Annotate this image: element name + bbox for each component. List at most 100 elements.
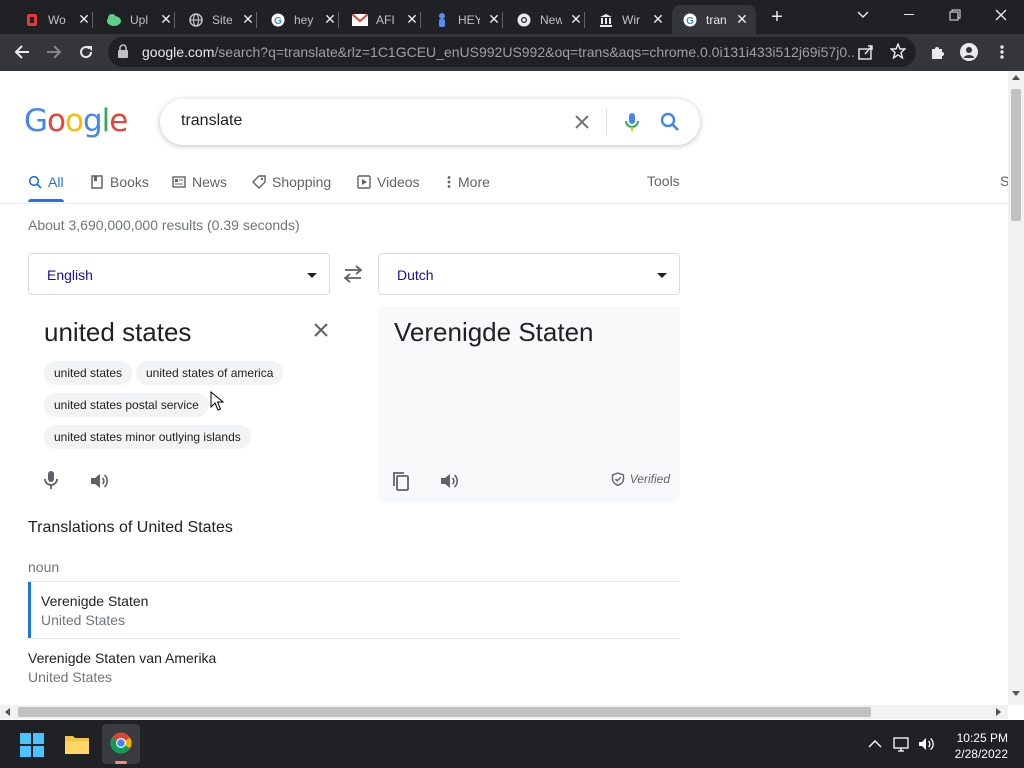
profile-avatar-icon[interactable]	[955, 38, 983, 66]
tab-search-button[interactable]	[840, 0, 886, 30]
horizontal-scrollbar[interactable]	[0, 705, 1008, 719]
search-icon[interactable]	[658, 110, 682, 134]
kebab-menu-icon[interactable]	[988, 38, 1016, 66]
back-button[interactable]	[8, 38, 36, 66]
translation-entry-main[interactable]: Verenigde Staten	[41, 593, 148, 609]
close-tab-icon[interactable]: ✕	[158, 11, 174, 28]
tools-button[interactable]: Tools	[647, 173, 680, 189]
vertical-scroll-thumb[interactable]	[1011, 89, 1021, 221]
svg-text:G: G	[686, 16, 694, 27]
google-logo[interactable]: Google	[24, 103, 128, 139]
close-tab-icon[interactable]: ✕	[734, 11, 750, 28]
settings-cut-label[interactable]: S	[1000, 173, 1008, 189]
close-tab-icon[interactable]: ✕	[76, 11, 92, 28]
browser-tab-strip: Wo ✕ Upl ✕ Site ✕ G hey ✕ AFI ✕ HEY ✕ Ne…	[0, 0, 1024, 34]
forward-button[interactable]	[40, 38, 68, 66]
browser-tab[interactable]: Upl ✕	[96, 5, 180, 34]
clear-search-icon[interactable]	[570, 110, 594, 134]
scroll-right-icon[interactable]	[996, 708, 1001, 716]
tab-label: News	[192, 174, 228, 190]
browser-tab[interactable]: Site ✕	[178, 5, 262, 34]
tab-news[interactable]: News	[172, 172, 227, 192]
horizontal-scroll-thumb[interactable]	[18, 707, 871, 717]
share-icon[interactable]	[858, 44, 874, 65]
close-tab-icon[interactable]: ✕	[568, 11, 584, 28]
browser-tab[interactable]: AFI ✕	[342, 5, 426, 34]
volume-icon[interactable]	[918, 735, 936, 753]
browser-tab[interactable]: New ✕	[506, 5, 590, 34]
search-box[interactable]: translate	[160, 99, 700, 145]
tab-videos[interactable]: Videos	[357, 172, 420, 192]
tab-books[interactable]: Books	[90, 172, 149, 192]
extensions-puzzle-icon[interactable]	[924, 38, 952, 66]
browser-tab[interactable]: HEY ✕	[424, 5, 508, 34]
file-explorer-icon[interactable]	[64, 733, 90, 755]
close-tab-icon[interactable]: ✕	[404, 11, 420, 28]
windows-start-icon[interactable]	[20, 733, 44, 757]
tab-label: New	[540, 12, 562, 27]
translation-entry-sub: United States	[41, 612, 126, 628]
scroll-left-icon[interactable]	[5, 708, 10, 716]
tab-label: HEY	[458, 12, 480, 27]
browser-tab[interactable]: Wir ✕	[588, 5, 672, 34]
lock-icon[interactable]	[117, 44, 129, 64]
swap-languages-icon[interactable]	[340, 263, 366, 285]
chevron-up-icon[interactable]	[866, 735, 884, 753]
scroll-down-icon[interactable]	[1012, 691, 1020, 696]
google-g-icon: G	[682, 12, 698, 28]
browser-tab[interactable]: Wo ✕	[14, 5, 98, 34]
clock-date[interactable]: 2/28/2022	[936, 747, 1008, 761]
vertical-scrollbar[interactable]	[1008, 71, 1024, 705]
chrome-taskbar-button[interactable]	[102, 724, 140, 764]
browser-tab[interactable]: G hey ✕	[260, 5, 344, 34]
shield-check-icon	[611, 472, 625, 487]
svg-text:G: G	[274, 16, 282, 27]
url-domain: google.com	[142, 44, 215, 60]
mic-icon[interactable]	[40, 469, 62, 491]
google-g-icon: G	[270, 12, 286, 28]
reload-button[interactable]	[72, 38, 100, 66]
suggestion-chip[interactable]: united states postal service	[44, 393, 209, 417]
target-language-select[interactable]: Dutch	[378, 253, 680, 295]
browser-tab-active[interactable]: G tran ✕	[672, 5, 756, 34]
suggestion-chip[interactable]: united states minor outlying islands	[44, 425, 251, 449]
network-icon[interactable]	[893, 735, 911, 753]
tab-more[interactable]: More	[446, 172, 490, 192]
url-text: google.com/search?q=translate&rlz=1C1GCE…	[142, 44, 854, 60]
bookmark-star-icon[interactable]	[889, 42, 907, 64]
close-tab-icon[interactable]: ✕	[486, 11, 502, 28]
speaker-icon[interactable]	[438, 470, 460, 492]
tab-shopping[interactable]: Shopping	[252, 172, 331, 192]
close-window-button[interactable]	[978, 0, 1024, 30]
address-bar[interactable]: google.com/search?q=translate&rlz=1C1GCE…	[108, 37, 916, 67]
restore-button[interactable]	[932, 0, 978, 30]
verified-badge[interactable]: Verified	[611, 472, 670, 487]
source-language-select[interactable]: English	[28, 253, 330, 295]
search-query-input[interactable]: translate	[181, 112, 242, 130]
tab-separator	[584, 12, 585, 28]
close-tab-icon[interactable]: ✕	[650, 11, 666, 28]
translated-text: Verenigde Staten	[394, 317, 594, 347]
museum-icon	[598, 12, 614, 28]
copy-icon[interactable]	[390, 470, 412, 492]
tab-label: AFI	[376, 12, 395, 27]
clock-time[interactable]: 10:25 PM	[944, 731, 1008, 745]
clear-source-icon[interactable]	[310, 319, 332, 341]
tab-label: Wir	[622, 12, 640, 27]
speaker-icon[interactable]	[88, 470, 110, 492]
tab-label: Site	[212, 12, 233, 27]
voice-search-mic-icon[interactable]	[620, 110, 644, 134]
translation-output-panel: Verenigde Staten Verified	[378, 307, 680, 503]
new-tab-button[interactable]: +	[766, 6, 788, 28]
suggestion-chip[interactable]: united states	[44, 361, 133, 385]
search-results-page: Google translate All Books News Shopping…	[0, 71, 1008, 705]
tab-all[interactable]: All	[28, 172, 64, 192]
scroll-up-icon[interactable]	[1012, 75, 1020, 80]
minimize-button[interactable]	[886, 0, 932, 30]
close-tab-icon[interactable]: ✕	[240, 11, 256, 28]
result-stats: About 3,690,000,000 results (0.39 second…	[28, 217, 300, 233]
translation-entry-main[interactable]: Verenigde Staten van Amerika	[28, 650, 216, 666]
source-text-input[interactable]: united states	[44, 317, 191, 348]
suggestion-chip[interactable]: united states of america	[136, 361, 284, 385]
close-tab-icon[interactable]: ✕	[322, 11, 338, 28]
